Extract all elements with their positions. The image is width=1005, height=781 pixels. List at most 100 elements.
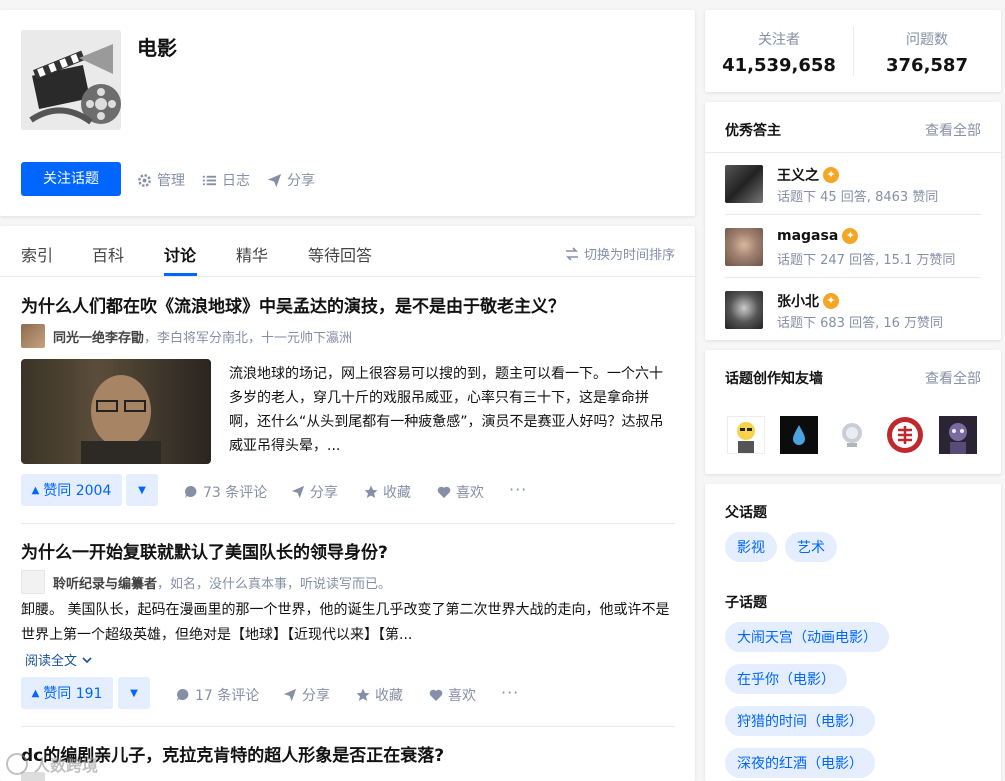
topic-tag[interactable]: 艺术 <box>785 532 837 562</box>
author-row: 聆听纪录与编纂者 ，如名，没什么真本事，听说读写而已。 <box>21 570 391 594</box>
topic-image <box>21 30 121 130</box>
avatar[interactable] <box>725 165 763 203</box>
sort-toggle-label: 切换为时间排序 <box>583 248 675 263</box>
favorite-button[interactable]: 收藏 <box>356 685 403 705</box>
more-options-button[interactable]: ··· <box>501 683 519 702</box>
avatar[interactable] <box>725 291 763 329</box>
log-button[interactable]: 日志 <box>202 170 250 190</box>
answerer-name[interactable]: 王义之 ✦ <box>777 165 839 185</box>
creators-wall-title: 话题创作知友墙 <box>725 371 823 387</box>
answer-excerpt[interactable]: 卸腰。 美国队长，起码在漫画里的那一个世界，他的诞生几乎改变了第二次世界大战的走… <box>21 598 675 648</box>
author-bio: ，李白将军分南北，十一元帅下瀛洲 <box>144 330 353 346</box>
follow-topic-button[interactable]: 关注话题 <box>21 162 121 196</box>
upvote-triangle-icon: ▲ <box>31 687 40 699</box>
downvote-button[interactable]: ▼ <box>126 474 158 506</box>
topic-tag[interactable]: 狩猎的时间（电影） <box>725 706 875 736</box>
downvote-triangle-icon: ▼ <box>130 687 138 699</box>
avatar[interactable] <box>833 416 871 454</box>
heart-icon <box>437 486 451 498</box>
followers-value: 41,539,658 <box>722 55 836 76</box>
tab-index[interactable]: 索引 <box>21 242 53 266</box>
log-label: 日志 <box>222 173 250 189</box>
avatar[interactable] <box>780 416 818 454</box>
share-topic-button[interactable]: 分享 <box>267 170 315 190</box>
share-button[interactable]: 分享 <box>283 685 330 705</box>
stats-card: 关注者 41,539,658 问题数 376,587 <box>705 10 1001 92</box>
related-topics-card: 父话题 影视 艺术 子话题 大闹天宫（动画电影） 在乎你（电影） 狩猎的时间（电… <box>705 484 1001 781</box>
top-answerers-view-all[interactable]: 查看全部 <box>925 120 981 140</box>
topic-tag[interactable]: 深夜的红酒（电影） <box>725 748 875 778</box>
avatar[interactable] <box>21 324 45 348</box>
parent-topics-title: 父话题 <box>725 505 767 521</box>
answer-excerpt[interactable]: 流浪地球的场记，网上很容易可以搜的到，题主可以看一下。一个六十多岁的老人，穿几十… <box>229 362 675 458</box>
favorite-button[interactable]: 收藏 <box>364 482 411 502</box>
questions-stat[interactable]: 问题数 376,587 <box>853 10 1001 92</box>
share-button[interactable]: 分享 <box>291 482 338 502</box>
topic-tag[interactable]: 影视 <box>725 532 777 562</box>
upvote-label: 赞同 2004 <box>43 483 112 499</box>
avatar[interactable] <box>727 416 765 454</box>
like-button[interactable]: 喜欢 <box>429 685 476 705</box>
child-topics-title: 子话题 <box>725 595 767 611</box>
avatar[interactable] <box>21 570 45 594</box>
question-title[interactable]: 为什么一开始复联就默认了美国队长的领导身份? <box>21 538 388 563</box>
tab-featured[interactable]: 精华 <box>236 242 268 266</box>
upvote-label: 赞同 191 <box>43 686 103 702</box>
author-name[interactable]: 同光一绝李存勖 <box>53 327 144 346</box>
answerer-item[interactable]: 张小北 ✦ 话题下 683 回答, 16 万赞同 <box>725 288 981 340</box>
avatar[interactable] <box>886 416 924 454</box>
answerer-meta: 话题下 45 回答, 8463 赞同 <box>777 190 939 205</box>
paper-plane-icon <box>283 688 297 702</box>
favorite-label: 收藏 <box>383 485 411 501</box>
question-title[interactable]: 为什么人们都在吹《流浪地球》中吴孟达的演技，是不是由于敬老主义？ <box>21 292 565 317</box>
gear-icon <box>138 173 151 187</box>
read-more-button[interactable]: 阅读全文 <box>25 650 93 669</box>
sort-toggle-button[interactable]: 切换为时间排序 <box>565 244 675 263</box>
creators-wall-card: 话题创作知友墙 查看全部 <box>705 350 1001 474</box>
avatar[interactable] <box>939 416 977 454</box>
manage-button[interactable]: 管理 <box>137 170 185 190</box>
comments-label: 73 条评论 <box>203 485 268 501</box>
topic-tag[interactable]: 在乎你（电影） <box>725 664 847 694</box>
upvote-button[interactable]: ▲ 赞同 191 <box>21 677 113 709</box>
avatar[interactable] <box>725 228 763 266</box>
answerer-item[interactable]: 王义之 ✦ 话题下 45 回答, 8463 赞同 <box>725 162 981 214</box>
list-icon <box>202 175 217 185</box>
answerer-name[interactable]: magasa ✦ <box>777 228 859 244</box>
comments-button[interactable]: 73 条评论 <box>184 482 267 502</box>
followers-stat[interactable]: 关注者 41,539,658 <box>705 10 853 92</box>
manage-label: 管理 <box>157 173 185 189</box>
questions-value: 376,587 <box>886 55 968 76</box>
creators-view-all[interactable]: 查看全部 <box>925 368 981 388</box>
share-label: 分享 <box>310 485 338 501</box>
answerer-name[interactable]: 张小北 ✦ <box>777 291 839 311</box>
downvote-button[interactable]: ▼ <box>118 677 150 709</box>
ellipsis-icon: ··· <box>509 480 528 499</box>
comment-icon <box>177 689 189 701</box>
star-icon <box>364 485 378 498</box>
watermark: 人数跨境 <box>6 752 98 776</box>
answerer-item[interactable]: magasa ✦ 话题下 247 回答, 15.1 万赞同 <box>725 225 981 277</box>
answer-thumbnail[interactable] <box>21 359 211 464</box>
topic-tag[interactable]: 大闹天宫（动画电影） <box>725 622 889 652</box>
feed-card: 索引 百科 讨论 精华 等待回答 切换为时间排序 为什么人们都在吹《流浪地球》中… <box>0 226 695 781</box>
answerer-meta: 话题下 683 回答, 16 万赞同 <box>777 316 944 331</box>
author-name[interactable]: 聆听纪录与编纂者 <box>53 573 157 592</box>
tab-wiki[interactable]: 百科 <box>92 242 124 266</box>
watermark-logo-icon <box>6 753 28 775</box>
like-label: 喜欢 <box>456 485 484 501</box>
tab-waiting[interactable]: 等待回答 <box>308 242 372 266</box>
like-label: 喜欢 <box>448 688 476 704</box>
chevron-down-icon <box>82 656 92 663</box>
questions-label: 问题数 <box>906 32 948 48</box>
upvote-triangle-icon: ▲ <box>31 484 40 496</box>
author-bio: ，如名，没什么真本事，听说读写而已。 <box>157 576 392 592</box>
comments-button[interactable]: 17 条评论 <box>176 685 259 705</box>
paper-plane-icon <box>267 173 282 187</box>
like-button[interactable]: 喜欢 <box>437 482 484 502</box>
more-options-button[interactable]: ··· <box>509 480 527 499</box>
tab-discussion[interactable]: 讨论 <box>164 242 196 266</box>
topic-header-card: 电影 关注话题 管理 日志 分享 <box>0 10 695 216</box>
comments-label: 17 条评论 <box>195 688 260 704</box>
upvote-button[interactable]: ▲ 赞同 2004 <box>21 474 122 506</box>
